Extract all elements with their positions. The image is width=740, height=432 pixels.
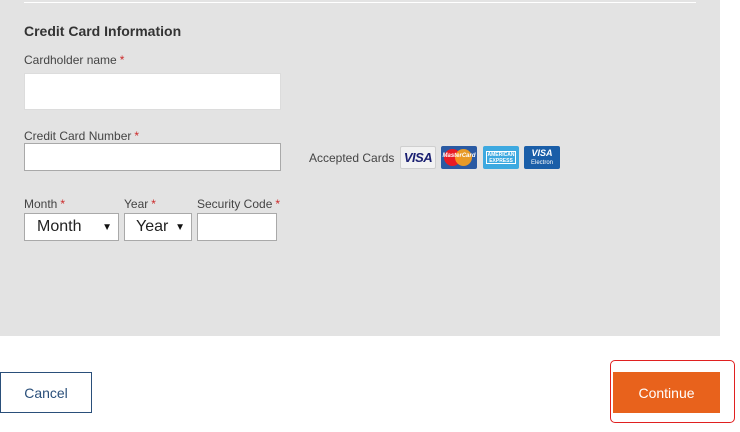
mastercard-icon: MasterCard: [441, 146, 477, 169]
divider: [24, 2, 696, 3]
visa-electron-subtext: Electron: [530, 160, 553, 166]
security-code-input[interactable]: [197, 213, 277, 241]
required-mark: *: [60, 197, 66, 211]
required-mark: *: [134, 129, 140, 143]
month-select[interactable]: Month ▼: [24, 213, 119, 241]
visa-electron-icon: VISA Electron: [524, 146, 560, 169]
year-label-text: Year: [124, 197, 149, 211]
year-select[interactable]: Year ▼: [124, 213, 192, 241]
required-mark: *: [119, 53, 125, 67]
credit-card-panel: Credit Card Information Cardholder name *…: [0, 0, 720, 336]
card-number-label-text: Credit Card Number: [24, 129, 132, 143]
accepted-cards-label: Accepted Cards: [309, 151, 395, 165]
cardholder-name-input[interactable]: [24, 73, 281, 110]
chevron-down-icon: ▼: [175, 221, 185, 233]
chevron-down-icon: ▼: [102, 221, 112, 233]
month-label: Month *: [24, 197, 65, 211]
required-mark: *: [151, 197, 156, 211]
year-selected-value: Year: [136, 218, 169, 235]
visa-logo-text: VISA: [403, 150, 433, 165]
required-mark: *: [275, 197, 281, 211]
security-code-label: Security Code *: [197, 197, 280, 211]
security-code-label-text: Security Code: [197, 197, 273, 211]
cardholder-label: Cardholder name *: [24, 53, 124, 67]
month-label-text: Month: [24, 197, 58, 211]
amex-logo-text: AMERICAN EXPRESS: [486, 151, 516, 164]
continue-button[interactable]: Continue: [613, 372, 720, 413]
card-number-input[interactable]: [24, 143, 281, 171]
year-label: Year *: [124, 197, 156, 211]
cardholder-label-text: Cardholder name: [24, 53, 117, 67]
month-selected-value: Month: [37, 218, 82, 235]
section-title: Credit Card Information: [24, 23, 182, 39]
visa-electron-logo-text: VISA: [531, 148, 553, 158]
card-number-label: Credit Card Number *: [24, 129, 139, 143]
cancel-button[interactable]: Cancel: [0, 372, 92, 413]
visa-card-icon: VISA: [400, 146, 436, 169]
mastercard-logo-text: MasterCard: [442, 153, 476, 159]
amex-card-icon: AMERICAN EXPRESS: [483, 146, 519, 169]
